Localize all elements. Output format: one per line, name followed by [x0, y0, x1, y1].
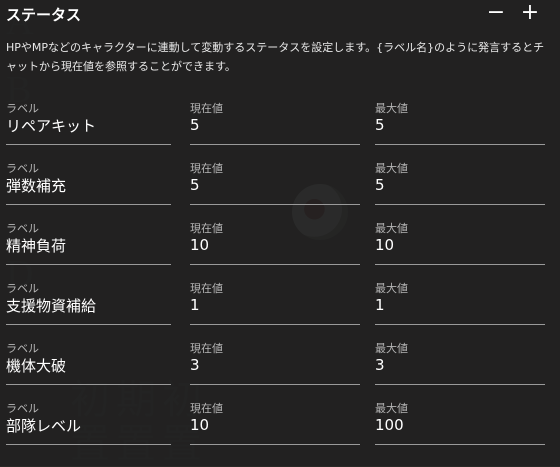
- current-caption: 現在値: [190, 102, 223, 115]
- label-caption: ラベル: [6, 402, 39, 415]
- field-underline: [6, 264, 171, 265]
- status-row: ラベル 現在値 最大値: [0, 160, 560, 218]
- max-value-field[interactable]: 最大値: [375, 220, 545, 268]
- field-underline: [375, 324, 545, 325]
- max-value-input[interactable]: [375, 416, 545, 434]
- label-field[interactable]: ラベル: [6, 220, 171, 268]
- max-value-field[interactable]: 最大値: [375, 400, 545, 448]
- current-value-field[interactable]: 現在値: [190, 160, 360, 208]
- label-input[interactable]: [6, 416, 171, 434]
- label-input[interactable]: [6, 116, 171, 134]
- max-value-input[interactable]: [375, 116, 545, 134]
- panel-description: HPやMPなどのキャラクターに連動して変動するステータスを設定します。{ラベル名…: [6, 41, 545, 73]
- max-value-field[interactable]: 最大値: [375, 280, 545, 328]
- field-underline: [375, 384, 545, 385]
- field-underline: [375, 264, 545, 265]
- max-value-input[interactable]: [375, 236, 545, 254]
- label-caption: ラベル: [6, 102, 39, 115]
- max-caption: 最大値: [375, 342, 408, 355]
- current-value-field[interactable]: 現在値: [190, 280, 360, 328]
- label-field[interactable]: ラベル: [6, 160, 171, 208]
- current-value-input[interactable]: [190, 176, 360, 194]
- current-value-input[interactable]: [190, 296, 360, 314]
- current-value-field[interactable]: 現在値: [190, 400, 360, 448]
- label-caption: ラベル: [6, 162, 39, 175]
- max-value-field[interactable]: 最大値: [375, 160, 545, 208]
- field-underline: [6, 204, 171, 205]
- field-underline: [190, 264, 360, 265]
- field-underline: [375, 144, 545, 145]
- max-value-field[interactable]: 最大値: [375, 100, 545, 148]
- max-caption: 最大値: [375, 162, 408, 175]
- max-caption: 最大値: [375, 402, 408, 415]
- label-field[interactable]: ラベル: [6, 400, 171, 448]
- max-value-input[interactable]: [375, 356, 545, 374]
- field-underline: [375, 204, 545, 205]
- status-row: ラベル 現在値 最大値: [0, 100, 560, 158]
- label-input[interactable]: [6, 236, 171, 254]
- field-underline: [6, 324, 171, 325]
- label-field[interactable]: ラベル: [6, 100, 171, 148]
- max-value-input[interactable]: [375, 296, 545, 314]
- status-panel: ステータス − + HPやMPなどのキャラクターに連動して変動するステータスを設…: [0, 0, 560, 466]
- field-underline: [6, 384, 171, 385]
- field-underline: [6, 444, 171, 445]
- field-underline: [190, 144, 360, 145]
- label-field[interactable]: ラベル: [6, 340, 171, 388]
- add-status-button[interactable]: +: [518, 2, 542, 26]
- current-value-input[interactable]: [190, 236, 360, 254]
- current-value-input[interactable]: [190, 416, 360, 434]
- current-caption: 現在値: [190, 282, 223, 295]
- current-caption: 現在値: [190, 342, 223, 355]
- current-caption: 現在値: [190, 222, 223, 235]
- label-input[interactable]: [6, 296, 171, 314]
- panel-title: ステータス: [6, 6, 82, 24]
- label-input[interactable]: [6, 356, 171, 374]
- current-value-field[interactable]: 現在値: [190, 100, 360, 148]
- remove-status-button[interactable]: −: [484, 2, 508, 26]
- label-caption: ラベル: [6, 342, 39, 355]
- label-caption: ラベル: [6, 222, 39, 235]
- status-row: ラベル 現在値 最大値: [0, 400, 560, 458]
- status-row: ラベル 現在値 最大値: [0, 340, 560, 398]
- label-field[interactable]: ラベル: [6, 280, 171, 328]
- panel-header: ステータス − +: [0, 0, 560, 28]
- field-underline: [190, 204, 360, 205]
- max-caption: 最大値: [375, 222, 408, 235]
- current-value-input[interactable]: [190, 356, 360, 374]
- status-row: ラベル 現在値 最大値: [0, 280, 560, 338]
- max-caption: 最大値: [375, 102, 408, 115]
- current-caption: 現在値: [190, 402, 223, 415]
- field-underline: [375, 444, 545, 445]
- current-value-field[interactable]: 現在値: [190, 220, 360, 268]
- field-underline: [6, 144, 171, 145]
- field-underline: [190, 444, 360, 445]
- max-value-input[interactable]: [375, 176, 545, 194]
- field-underline: [190, 324, 360, 325]
- current-value-input[interactable]: [190, 116, 360, 134]
- current-value-field[interactable]: 現在値: [190, 340, 360, 388]
- label-caption: ラベル: [6, 282, 39, 295]
- max-value-field[interactable]: 最大値: [375, 340, 545, 388]
- current-caption: 現在値: [190, 162, 223, 175]
- field-underline: [190, 384, 360, 385]
- label-input[interactable]: [6, 176, 171, 194]
- status-row: ラベル 現在値 最大値: [0, 220, 560, 278]
- max-caption: 最大値: [375, 282, 408, 295]
